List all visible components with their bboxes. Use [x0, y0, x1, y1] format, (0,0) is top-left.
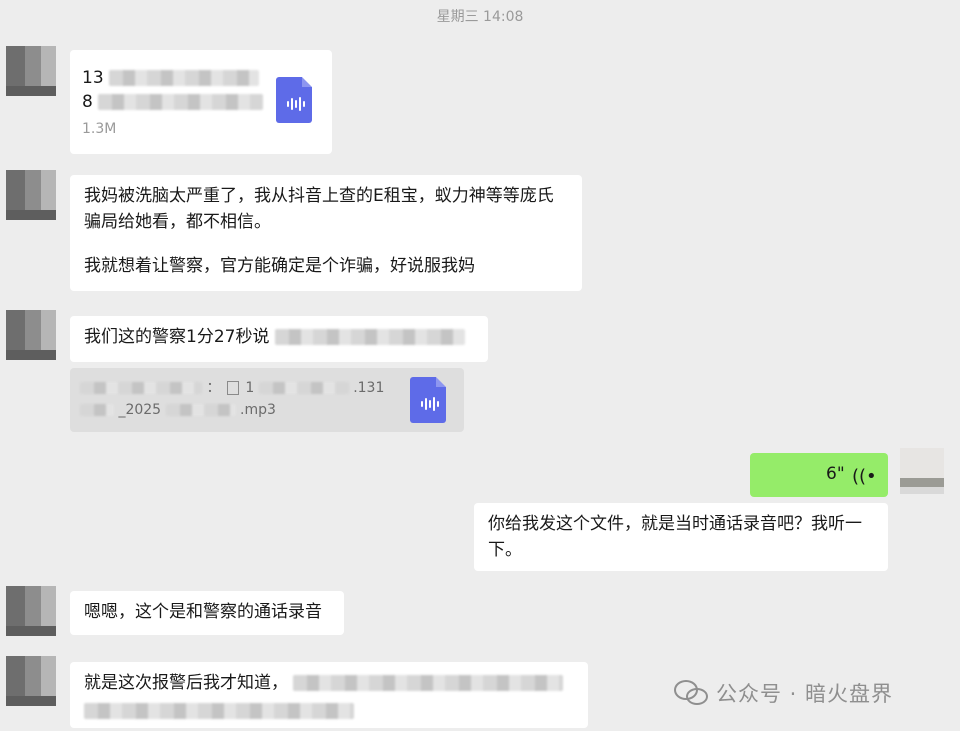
wechat-icon — [674, 678, 708, 705]
message-text: 我们这的警察1分27秒说 — [84, 327, 270, 347]
avatar[interactable] — [6, 586, 56, 636]
message-bubble: 嗯嗯，这个是和警察的通话录音 — [70, 591, 344, 635]
file-name-fragment: ： — [206, 380, 221, 396]
avatar[interactable] — [6, 46, 56, 96]
file-name-fragment: _2025 — [118, 402, 162, 418]
voice-message[interactable]: 6" ((• — [750, 453, 888, 497]
timestamp: 星期三 14:08 — [436, 9, 524, 25]
message-text: 骗局给她看，都不相信。 — [84, 212, 271, 232]
file-name-fragment: 1 — [245, 380, 255, 396]
watermark-text: 公众号 · 暗火盘界 — [716, 682, 894, 706]
message-text: 就是这次报警后我才知道， — [84, 673, 288, 693]
file-name-fragment: .131 — [353, 380, 385, 396]
message-text: 我妈被洗脑太严重了，我从抖音上查的E租宝，蚁力神等等庞氏 — [84, 186, 554, 206]
avatar[interactable] — [6, 310, 56, 360]
redacted-text — [165, 404, 236, 416]
redacted-text — [80, 382, 202, 394]
redacted-text — [84, 703, 354, 719]
message-bubble: 我们这的警察1分27秒说 — [70, 316, 488, 362]
audio-file-icon — [410, 377, 446, 423]
quoted-audio-file[interactable]: ： 1 .131 _2025 .mp3 — [70, 368, 464, 432]
redacted-text — [274, 329, 465, 345]
file-name-fragment: .mp3 — [240, 402, 276, 418]
file-name-line: 8 — [82, 92, 93, 112]
message-text: 下。 — [488, 540, 522, 560]
audio-file-card[interactable]: 13 8 1.3M — [70, 50, 332, 154]
file-small-icon — [226, 381, 239, 395]
avatar[interactable] — [6, 656, 56, 706]
file-name-line: 13 — [82, 68, 104, 88]
redacted-text — [109, 70, 260, 86]
message-text: 你给我发这个文件，就是当时通话录音吧？我听一 — [488, 514, 862, 534]
message-text: 嗯嗯，这个是和警察的通话录音 — [84, 602, 322, 622]
redacted-text — [98, 94, 264, 110]
message-bubble: 就是这次报警后我才知道， — [70, 662, 588, 728]
redacted-text — [80, 404, 114, 416]
message-bubble: 我妈被洗脑太严重了，我从抖音上查的E租宝，蚁力神等等庞氏 骗局给她看，都不相信。… — [70, 175, 582, 291]
redacted-text — [258, 382, 349, 394]
avatar[interactable] — [6, 170, 56, 220]
message-text: 我就想着让警察，官方能确定是个诈骗，好说服我妈 — [84, 256, 475, 276]
file-size: 1.3M — [82, 121, 117, 137]
voice-wave-icon: ((• — [852, 466, 877, 487]
redacted-text — [293, 675, 564, 691]
audio-file-icon — [276, 77, 312, 123]
message-bubble: 你给我发这个文件，就是当时通话录音吧？我听一 下。 — [474, 503, 888, 571]
voice-duration: 6" — [826, 464, 845, 484]
my-avatar[interactable] — [900, 448, 944, 494]
